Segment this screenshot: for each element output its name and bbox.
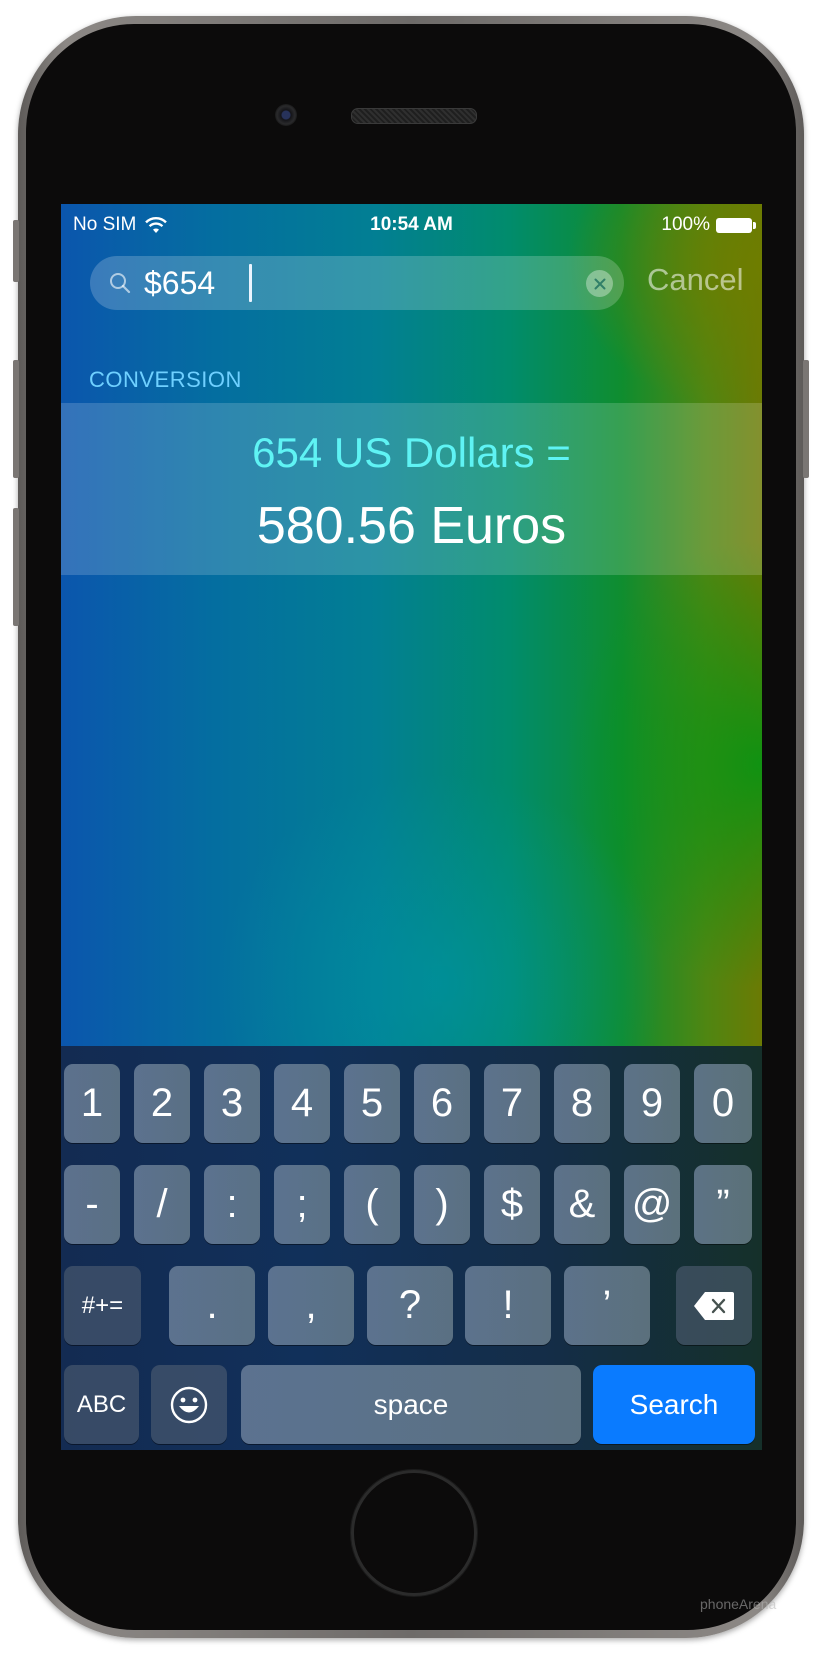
key-dollar[interactable]: $	[484, 1165, 540, 1244]
key-2[interactable]: 2	[134, 1064, 190, 1143]
key-abc[interactable]: ABC	[64, 1365, 139, 1444]
key-more-symbols[interactable]: #+=	[64, 1266, 141, 1345]
key-close-paren[interactable]: )	[414, 1165, 470, 1244]
search-input[interactable]	[144, 264, 564, 302]
search-row: Cancel	[61, 256, 762, 312]
key-open-paren[interactable]: (	[344, 1165, 400, 1244]
clear-x-icon	[594, 278, 605, 289]
battery-full-icon	[716, 217, 756, 233]
front-camera	[275, 104, 297, 126]
key-exclamation[interactable]: !	[465, 1266, 551, 1345]
clear-search-button[interactable]	[586, 270, 613, 297]
keyboard: 1 2 3 4 5 6 7 8 9 0 - / : ; ( ) $ & @ ” …	[61, 1046, 762, 1450]
search-field[interactable]	[90, 256, 624, 310]
key-question[interactable]: ?	[367, 1266, 453, 1345]
key-9[interactable]: 9	[624, 1064, 680, 1143]
key-hyphen[interactable]: -	[64, 1165, 120, 1244]
status-bar: No SIM 10:54 AM 100%	[61, 204, 762, 244]
key-period[interactable]: .	[169, 1266, 255, 1345]
key-double-quote[interactable]: ”	[694, 1165, 752, 1244]
key-comma[interactable]: ,	[268, 1266, 354, 1345]
status-right: 100%	[661, 214, 756, 236]
emoji-button[interactable]	[151, 1365, 227, 1444]
delete-button[interactable]	[676, 1266, 752, 1345]
key-colon[interactable]: :	[204, 1165, 260, 1244]
key-0[interactable]: 0	[694, 1064, 752, 1143]
space-key[interactable]: space	[241, 1365, 581, 1444]
battery-percent: 100%	[661, 214, 710, 235]
conversion-result-card[interactable]: 654 US Dollars = 580.56 Euros	[61, 403, 762, 575]
volume-down-button	[13, 508, 19, 626]
key-3[interactable]: 3	[204, 1064, 260, 1143]
key-6[interactable]: 6	[414, 1064, 470, 1143]
emoji-smiley-icon	[170, 1386, 208, 1423]
backspace-icon	[694, 1291, 734, 1320]
power-button	[803, 360, 809, 478]
key-5[interactable]: 5	[344, 1064, 400, 1143]
key-semicolon[interactable]: ;	[274, 1165, 330, 1244]
cancel-button[interactable]: Cancel	[647, 262, 744, 298]
home-button[interactable]	[351, 1470, 477, 1596]
key-1[interactable]: 1	[64, 1064, 120, 1143]
watermark: phoneArena	[700, 1596, 777, 1612]
earpiece-speaker	[351, 108, 477, 124]
status-time: 10:54 AM	[370, 214, 453, 235]
key-8[interactable]: 8	[554, 1064, 610, 1143]
key-4[interactable]: 4	[274, 1064, 330, 1143]
conversion-from: 654 US Dollars =	[252, 429, 571, 476]
key-apostrophe[interactable]: ’	[564, 1266, 650, 1345]
screen: No SIM 10:54 AM 100% $654 Cancel CONVERS…	[61, 204, 762, 1450]
magnifier-icon	[110, 273, 131, 294]
text-cursor	[249, 264, 252, 302]
mute-switch	[13, 220, 19, 282]
key-ampersand[interactable]: &	[554, 1165, 610, 1244]
volume-up-button	[13, 360, 19, 478]
section-header-conversion: CONVERSION	[89, 367, 242, 392]
conversion-to: 580.56 Euros	[256, 497, 567, 555]
key-at[interactable]: @	[624, 1165, 680, 1244]
key-slash[interactable]: /	[134, 1165, 190, 1244]
key-7[interactable]: 7	[484, 1064, 540, 1143]
search-key[interactable]: Search	[593, 1365, 755, 1444]
